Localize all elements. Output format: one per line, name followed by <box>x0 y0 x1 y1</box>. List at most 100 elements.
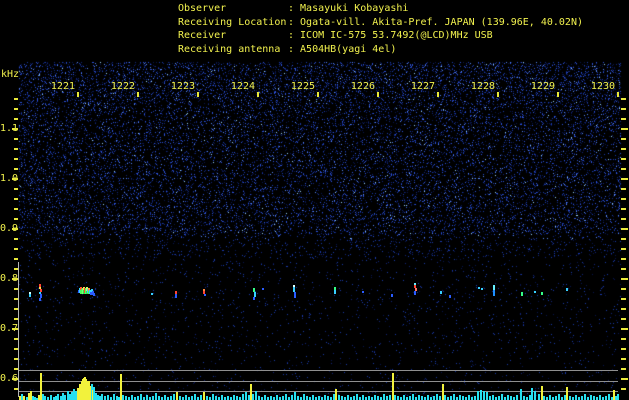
freq-tick-right <box>621 188 626 190</box>
signal-bar <box>335 389 337 400</box>
freq-tick-left <box>14 248 18 250</box>
signal-bar <box>523 396 525 400</box>
freq-tick-left <box>12 328 18 330</box>
signal-bar <box>258 396 260 400</box>
signal-bar <box>362 395 364 400</box>
freq-tick-right <box>621 368 626 370</box>
station-row-observer: Observer: Masayuki Kobayashi <box>178 2 583 16</box>
freq-tick-right <box>621 308 626 310</box>
signal-bar <box>374 395 376 400</box>
echo-mark <box>493 290 495 296</box>
signal-bar <box>179 396 181 400</box>
freq-tick-left <box>14 218 18 220</box>
signal-bar <box>255 391 257 400</box>
freq-tick-right <box>621 118 626 120</box>
signal-bar <box>450 396 452 400</box>
signal-bar <box>194 394 196 400</box>
signal-bar <box>353 396 355 400</box>
echo-mark <box>414 291 416 295</box>
time-label: 1221 <box>50 81 75 92</box>
freq-tick-right <box>621 208 626 210</box>
signal-bar <box>507 395 509 400</box>
signal-bar <box>543 396 545 400</box>
time-tick <box>77 92 79 97</box>
signal-bar <box>170 396 172 400</box>
time-label: 1223 <box>170 81 195 92</box>
signal-bar <box>433 396 435 400</box>
station-label: Receiving Location <box>178 16 287 28</box>
freq-tick-left <box>14 108 18 110</box>
signal-bar <box>101 394 103 400</box>
freq-tick-right <box>621 228 628 230</box>
time-tick <box>437 92 439 97</box>
freq-tick-left <box>12 128 18 130</box>
signal-bar <box>185 395 187 400</box>
signal-bar <box>412 394 414 400</box>
signal-bar <box>137 396 139 400</box>
signal-bar <box>200 395 202 400</box>
time-tick <box>557 92 559 97</box>
signal-bar <box>306 396 308 400</box>
freq-tick-right <box>621 198 626 200</box>
signal-bar <box>538 394 540 400</box>
signal-bar <box>377 396 379 400</box>
freq-tick-left <box>14 338 18 340</box>
echo-mark <box>449 295 451 298</box>
station-label: Receiving antenna <box>178 43 281 55</box>
echo-mark <box>566 288 568 291</box>
station-label: Receiver <box>178 30 227 41</box>
signal-bar <box>498 396 500 400</box>
signal-bar <box>215 396 217 400</box>
signal-bar <box>403 395 405 400</box>
time-tick <box>617 92 619 97</box>
signal-bar <box>397 396 399 400</box>
grid-line-horizontal <box>19 370 618 371</box>
freq-tick-right <box>621 158 626 160</box>
signal-bar <box>421 396 423 400</box>
echo-mark <box>93 293 95 296</box>
signal-bar <box>439 396 441 400</box>
time-tick <box>497 92 499 97</box>
freq-tick-left <box>14 98 18 100</box>
signal-bar <box>492 395 494 400</box>
echo-mark <box>294 292 296 298</box>
freq-tick-left <box>12 378 18 380</box>
signal-bar <box>318 396 320 400</box>
signal-bar <box>341 396 343 400</box>
time-label: 1226 <box>350 81 375 92</box>
freq-tick-left <box>14 358 18 360</box>
freq-tick-left <box>14 298 18 300</box>
signal-bar <box>590 395 592 400</box>
signal-bar <box>534 391 536 400</box>
freq-tick-right <box>621 138 626 140</box>
signal-bar <box>605 396 607 400</box>
echo-mark <box>481 288 483 290</box>
signal-bar <box>104 396 106 400</box>
signal-bar <box>146 395 148 400</box>
echo-mark <box>440 291 442 294</box>
freq-tick-right <box>621 278 628 280</box>
echo-mark <box>262 288 264 290</box>
signal-bar <box>468 395 470 400</box>
freq-tick-left <box>14 118 18 120</box>
signal-bar <box>394 395 396 400</box>
freq-tick-left <box>12 178 18 180</box>
freq-tick-right <box>621 128 628 130</box>
freq-tick-left <box>14 308 18 310</box>
echo-mark <box>391 294 393 297</box>
signal-bar <box>236 396 238 400</box>
signal-bar <box>599 395 601 400</box>
signal-bar <box>510 396 512 400</box>
freq-tick-left <box>12 278 18 280</box>
grid-line-horizontal <box>19 391 618 392</box>
freq-tick-right <box>621 378 628 380</box>
freq-tick-left <box>14 348 18 350</box>
freq-tick-left <box>14 238 18 240</box>
echo-mark <box>253 297 255 300</box>
signal-bar <box>233 395 235 400</box>
echo-mark <box>521 292 523 296</box>
freq-tick-left <box>14 388 18 390</box>
signal-bar <box>50 395 52 400</box>
signal-bar <box>113 394 115 400</box>
signal-bar <box>516 395 518 400</box>
